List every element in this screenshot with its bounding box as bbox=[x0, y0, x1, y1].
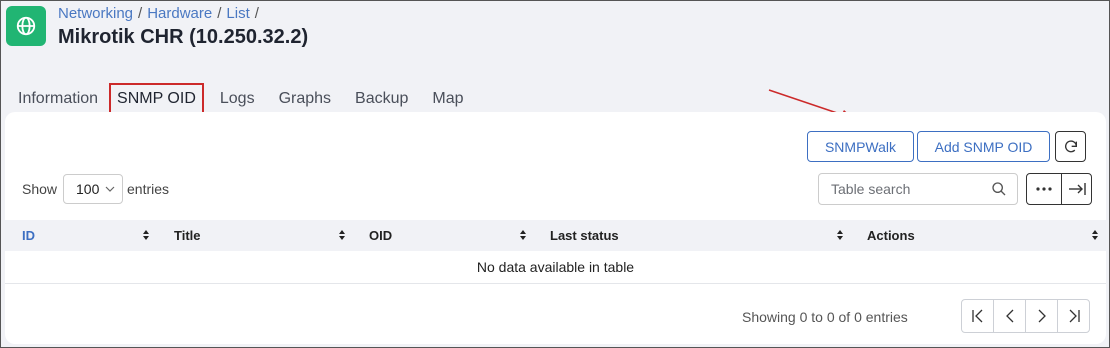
sort-icon[interactable] bbox=[519, 229, 527, 241]
sort-icon[interactable] bbox=[142, 229, 150, 241]
tab-backup[interactable]: Backup bbox=[355, 90, 408, 108]
tab-graphs[interactable]: Graphs bbox=[279, 90, 331, 108]
add-snmp-oid-button[interactable]: Add SNMP OID bbox=[917, 131, 1050, 162]
tab-map[interactable]: Map bbox=[432, 90, 463, 108]
page-title: Mikrotik CHR (10.250.32.2) bbox=[58, 26, 309, 48]
more-options-button[interactable] bbox=[1026, 173, 1062, 205]
showing-entries-text: Showing 0 to 0 of 0 entries bbox=[742, 309, 908, 325]
sort-icon[interactable] bbox=[338, 229, 346, 241]
sort-icon[interactable] bbox=[836, 229, 844, 241]
breadcrumb-list[interactable]: List bbox=[226, 5, 249, 22]
entries-label: entries bbox=[127, 181, 170, 197]
pagination bbox=[961, 299, 1090, 333]
snmpwalk-button[interactable]: SNMPWalk bbox=[807, 131, 914, 162]
search-placeholder: Table search bbox=[831, 181, 911, 197]
previous-page-button[interactable] bbox=[994, 300, 1026, 332]
refresh-button[interactable] bbox=[1055, 131, 1086, 162]
column-actions[interactable]: Actions bbox=[867, 228, 915, 243]
column-last-status[interactable]: Last status bbox=[550, 228, 619, 243]
breadcrumb-networking[interactable]: Networking bbox=[58, 5, 133, 22]
breadcrumb: Networking / Hardware / List / bbox=[58, 5, 259, 22]
first-page-icon bbox=[971, 309, 982, 323]
last-page-button[interactable] bbox=[1058, 300, 1089, 332]
chevron-down-icon bbox=[105, 186, 115, 192]
export-button[interactable] bbox=[1061, 173, 1092, 205]
breadcrumb-separator: / bbox=[217, 5, 222, 22]
last-page-icon bbox=[1069, 309, 1080, 323]
show-label: Show bbox=[22, 181, 58, 197]
globe-icon bbox=[6, 6, 46, 46]
sort-icon[interactable] bbox=[1091, 229, 1099, 241]
next-page-button[interactable] bbox=[1026, 300, 1058, 332]
breadcrumb-separator: / bbox=[254, 5, 259, 22]
snmp-oid-card: SNMPWalk Add SNMP OID Show 100 entries T… bbox=[5, 112, 1106, 344]
column-oid[interactable]: OID bbox=[369, 228, 392, 243]
refresh-icon bbox=[1064, 139, 1077, 152]
breadcrumb-separator: / bbox=[138, 5, 143, 22]
app-frame: Networking / Hardware / List / Mikrotik … bbox=[0, 0, 1110, 348]
page-size-value: 100 bbox=[76, 181, 100, 197]
column-title[interactable]: Title bbox=[174, 228, 201, 243]
empty-table-message: No data available in table bbox=[5, 251, 1106, 284]
tab-snmp-oid[interactable]: SNMP OID bbox=[109, 83, 204, 115]
first-page-button[interactable] bbox=[962, 300, 994, 332]
tab-logs[interactable]: Logs bbox=[220, 90, 255, 108]
ellipsis-icon bbox=[1036, 187, 1052, 191]
arrow-to-right-icon bbox=[1068, 183, 1086, 195]
chevron-left-icon bbox=[1005, 309, 1013, 323]
page-size-select[interactable]: 100 bbox=[63, 174, 123, 204]
tab-information[interactable]: Information bbox=[18, 90, 98, 108]
search-icon bbox=[992, 182, 1006, 196]
table-header: ID Title OID Last status Actions bbox=[5, 220, 1106, 251]
tab-bar: Information SNMP OID Logs Graphs Backup … bbox=[18, 83, 488, 115]
column-id[interactable]: ID bbox=[22, 228, 35, 243]
breadcrumb-hardware[interactable]: Hardware bbox=[147, 5, 212, 22]
table-search-input[interactable]: Table search bbox=[818, 173, 1018, 205]
chevron-right-icon bbox=[1038, 309, 1046, 323]
